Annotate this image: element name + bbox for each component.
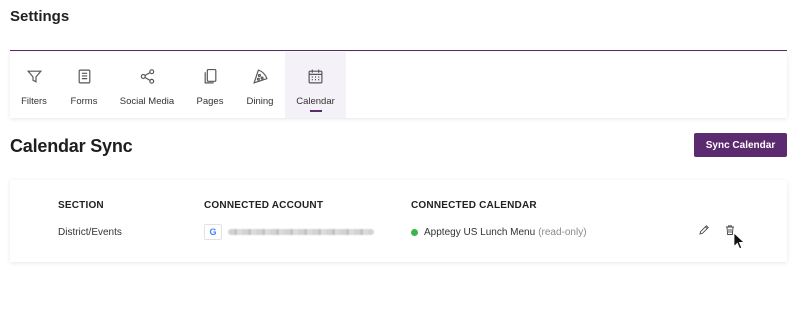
tab-filters[interactable]: Filters [16, 52, 52, 118]
tab-label: Calendar [296, 96, 335, 107]
tab-social-media[interactable]: Social Media [117, 52, 177, 118]
mouse-cursor-icon [733, 232, 745, 250]
status-dot-icon [411, 229, 418, 236]
document-icon [75, 67, 93, 85]
share-icon [138, 67, 156, 85]
section-title: Calendar Sync [10, 136, 133, 156]
tab-forms[interactable]: Forms [66, 52, 102, 118]
tab-calendar[interactable]: Calendar [285, 52, 346, 118]
title-divider [10, 50, 787, 51]
tab-pages[interactable]: Pages [192, 52, 228, 118]
column-header-connected-calendar: CONNECTED CALENDAR [411, 200, 537, 211]
calendar-sync-table: SECTION CONNECTED ACCOUNT CONNECTED CALE… [10, 180, 787, 262]
tab-label: Pages [196, 96, 224, 107]
filter-icon [25, 67, 43, 85]
connected-account-cell: G [204, 224, 374, 240]
google-icon: G [204, 224, 222, 240]
connected-calendar-cell: Apptegy US Lunch Menu (read-only) [411, 227, 587, 238]
pages-icon [201, 67, 219, 85]
sync-calendar-button[interactable]: Sync Calendar [694, 133, 787, 157]
section-cell: District/Events [58, 227, 122, 238]
tab-label: Forms [70, 96, 98, 107]
tab-label: Filters [21, 96, 47, 107]
pizza-icon [251, 67, 269, 85]
active-tab-indicator [309, 110, 322, 112]
tab-label: Social Media [119, 96, 175, 107]
settings-tabs: Filters Forms Social Media Pages Dining … [10, 52, 787, 118]
edit-pencil-icon[interactable] [697, 223, 711, 237]
tab-label: Dining [246, 96, 274, 107]
tab-dining[interactable]: Dining [242, 52, 278, 118]
calendar-access: (read-only) [538, 227, 587, 238]
calendar-name: Apptegy US Lunch Menu [424, 227, 536, 238]
column-header-section: SECTION [58, 200, 104, 211]
column-header-connected-account: CONNECTED ACCOUNT [204, 200, 324, 211]
calendar-icon [307, 67, 325, 85]
redacted-email [228, 229, 374, 235]
page-title: Settings [10, 8, 70, 25]
